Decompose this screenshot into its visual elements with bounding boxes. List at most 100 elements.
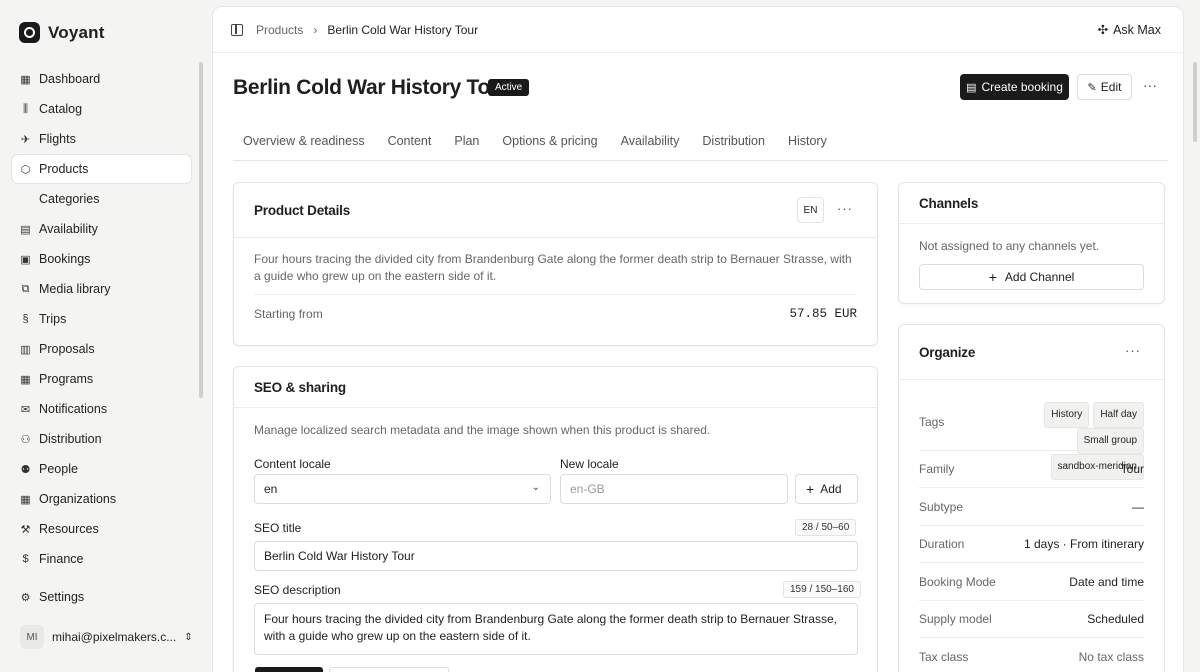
sidebar-item-availability[interactable]: ▤ Availability [12, 215, 191, 243]
sidebar-item-flights[interactable]: ✈ Flights [12, 125, 191, 153]
breadcrumb-products[interactable]: Products [256, 23, 303, 37]
row-key: Supply model [919, 612, 992, 626]
edit-label: Edit [1100, 80, 1122, 94]
more-actions-icon[interactable]: ··· [1125, 343, 1141, 358]
ask-max-label: Ask Max [1113, 22, 1161, 37]
calendar-check-icon: ▣ [20, 253, 31, 266]
divider [899, 223, 1164, 224]
tab-overview[interactable]: Overview & readiness [243, 134, 365, 148]
tag[interactable]: Half day [1093, 402, 1144, 428]
sidebar-item-label: Media library [39, 282, 111, 296]
sidebar-item-resources[interactable]: ⚒ Resources [12, 515, 191, 543]
sidebar-item-bookings[interactable]: ▣ Bookings [12, 245, 191, 273]
sidebar-item-distribution[interactable]: ⚇ Distribution [12, 425, 191, 453]
document-icon: ▤ [966, 81, 977, 94]
sidebar-item-label: Dashboard [39, 72, 101, 86]
seo-title-input[interactable]: Berlin Cold War History Tour [254, 541, 858, 571]
row-value: Date and time [1069, 575, 1144, 589]
row-key: Booking Mode [919, 575, 996, 589]
add-channel-label: Add Channel [1004, 270, 1075, 284]
sidebar-item-label: Proposals [39, 342, 95, 356]
divider [919, 562, 1144, 563]
sidebar-item-products[interactable]: ⬡ Products [12, 155, 191, 183]
card-title: Organize [919, 345, 976, 360]
new-locale-label: New locale [560, 457, 619, 471]
tab-availability[interactable]: Availability [621, 134, 680, 148]
sidebar-nav: ▦ Dashboard ⫼ Catalog ✈ Flights ⬡ Products C… [12, 65, 191, 575]
add-locale-button[interactable]: + Add [795, 474, 858, 504]
new-locale-input[interactable]: en-GB [560, 474, 788, 504]
network-icon: ⚇ [20, 433, 31, 446]
tab-history[interactable]: History [788, 134, 827, 148]
tab-options-pricing[interactable]: Options & pricing [502, 134, 597, 148]
pencil-icon: ✎ [1087, 81, 1097, 94]
more-actions-icon[interactable]: ··· [837, 201, 853, 216]
save-button[interactable] [255, 667, 323, 672]
sidebar-item-finance[interactable]: $ Finance [12, 545, 191, 573]
plus-icon: + [988, 269, 997, 285]
edit-button[interactable]: ✎ Edit [1077, 74, 1132, 100]
divider [919, 637, 1144, 638]
tab-distribution[interactable]: Distribution [702, 134, 765, 148]
plus-icon: + [806, 481, 815, 497]
divider [234, 237, 877, 238]
seo-description-counter: 159 / 150–160 [783, 581, 861, 598]
channels-empty-text: Not assigned to any channels yet. [919, 239, 1100, 253]
sidebar-item-dashboard[interactable]: ▦ Dashboard [12, 65, 191, 93]
sidebar-item-notifications[interactable]: ✉ Notifications [12, 395, 191, 423]
page-scrollbar[interactable] [1193, 62, 1197, 142]
sidebar-item-proposals[interactable]: ▥ Proposals [12, 335, 191, 363]
sidebar-item-trips[interactable]: § Trips [12, 305, 191, 333]
chevron-down-icon: ⌄ [531, 482, 540, 493]
sidebar-item-people[interactable]: ⚉ People [12, 455, 191, 483]
divider [919, 600, 1144, 601]
sidebar-item-organizations[interactable]: ▦ Organizations [12, 485, 191, 513]
create-booking-button[interactable]: ▤ Create booking [960, 74, 1069, 100]
sidebar-item-media-library[interactable]: ⧉ Media library [12, 275, 191, 303]
secondary-button[interactable] [329, 667, 449, 672]
sidebar-toggle-icon[interactable] [231, 24, 243, 36]
sidebar-item-label: People [39, 462, 78, 476]
user-email: mihai@pixelmakers.c... [52, 630, 177, 644]
tab-plan[interactable]: Plan [454, 134, 479, 148]
ask-max-button[interactable]: ✣ Ask Max [1097, 22, 1161, 38]
sidebar-item-label: Availability [39, 222, 98, 236]
more-actions-icon[interactable]: ··· [1143, 77, 1157, 93]
content-locale-value: en [264, 482, 278, 496]
sidebar-item-label: Programs [39, 372, 94, 386]
sidebar-item-catalog[interactable]: ⫼ Catalog [12, 95, 191, 123]
tab-content[interactable]: Content [388, 134, 432, 148]
divider [234, 407, 877, 408]
app-logo[interactable]: Voyant [19, 22, 105, 43]
divider [919, 450, 1144, 451]
locale-chip[interactable]: EN [797, 197, 824, 223]
row-value: 1 days · From itinerary [1023, 537, 1144, 551]
seo-intro: Manage localized search metadata and the… [254, 423, 711, 437]
sidebar-item-programs[interactable]: ▦ Programs [12, 365, 191, 393]
seo-description-label: SEO description [254, 583, 341, 597]
organize-row-supply-model: Supply model Scheduled [919, 612, 1144, 626]
sidebar-scrollbar[interactable] [199, 62, 203, 398]
tag[interactable]: History [1044, 402, 1090, 428]
sidebar-item-categories[interactable]: Categories [12, 185, 191, 213]
logo-mark-icon [19, 22, 40, 43]
card-title: Channels [919, 196, 979, 211]
sidebar-item-label: Notifications [39, 402, 108, 416]
sidebar-item-label: Catalog [39, 102, 83, 116]
add-channel-button[interactable]: + Add Channel [919, 264, 1144, 290]
user-menu[interactable]: MI mihai@pixelmakers.c... ⇕ [20, 625, 193, 649]
sidebar-item-settings[interactable]: ⚙ Settings [19, 590, 85, 604]
sparkle-icon: ✣ [1097, 23, 1109, 37]
catalog-icon: ⫼ [22, 102, 29, 115]
row-value: No tax class [1078, 650, 1144, 664]
calendar-icon: ▤ [20, 223, 31, 236]
organize-row-subtype: Subtype — [919, 500, 1144, 514]
mail-icon: ✉ [20, 403, 31, 416]
seo-description-textarea[interactable]: Four hours tracing the divided city from… [254, 603, 858, 655]
divider [254, 294, 857, 295]
content-locale-select[interactable]: en ⌄ [254, 474, 551, 504]
building-icon: ▦ [20, 493, 31, 506]
content-locale-label: Content locale [254, 457, 331, 471]
sidebar: Voyant ▦ Dashboard ⫼ Catalog ✈ Flights ⬡ Pro… [0, 0, 204, 672]
chevron-right-icon: › [313, 23, 318, 37]
